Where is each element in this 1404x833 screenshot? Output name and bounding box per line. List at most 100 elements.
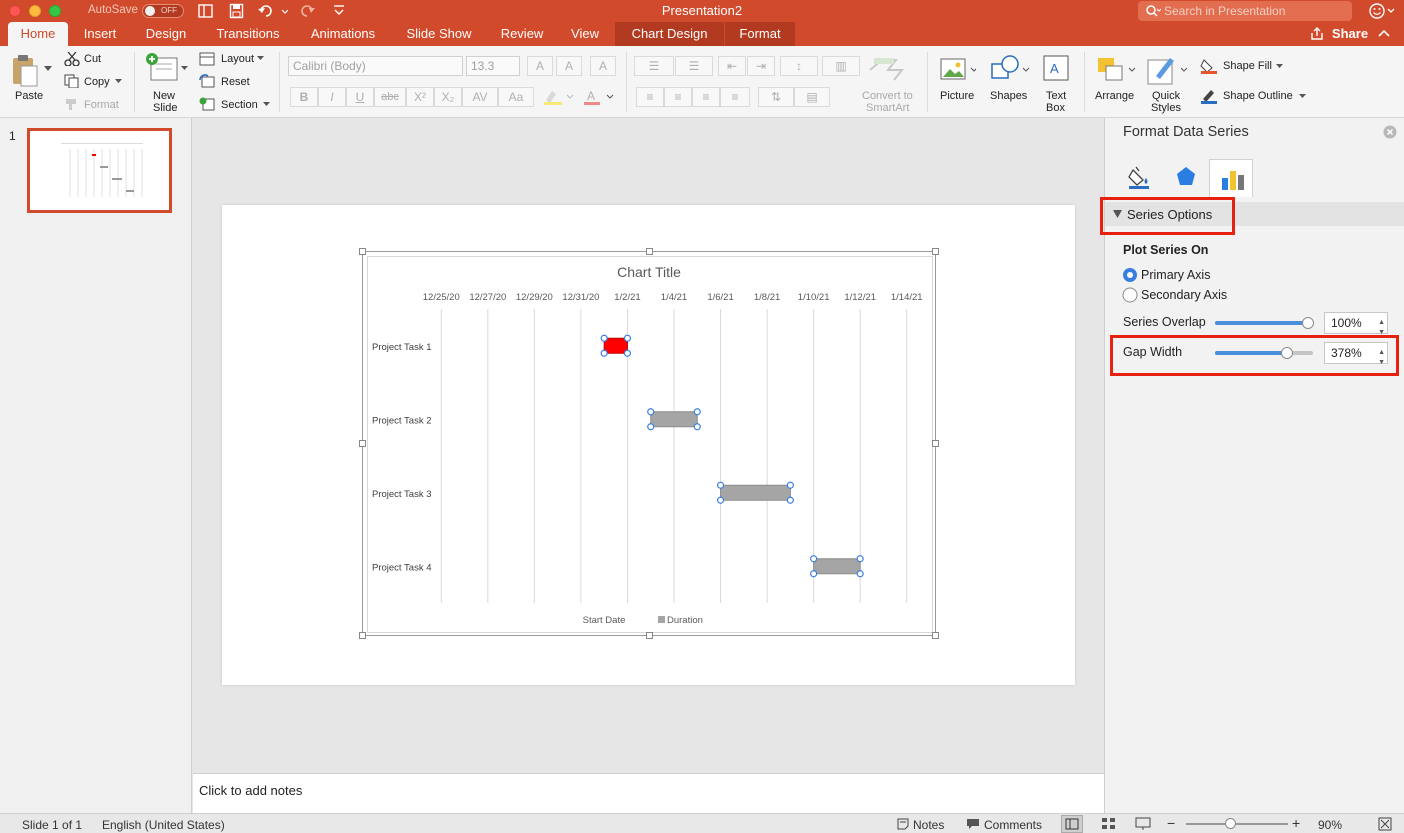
change-case-button[interactable]: Aa: [498, 87, 534, 107]
slide-thumbnail-1[interactable]: [27, 128, 172, 213]
tab-format[interactable]: Format: [725, 22, 795, 46]
resize-handle-right[interactable]: [932, 440, 939, 447]
strikethrough-button[interactable]: abc: [374, 87, 406, 107]
bar-selection-handle[interactable]: [716, 481, 725, 489]
format-painter-button[interactable]: Format: [84, 99, 119, 111]
secondary-axis-radio[interactable]: [1122, 287, 1138, 303]
resize-handle-top[interactable]: [646, 248, 653, 255]
format-painter-icon[interactable]: [64, 97, 80, 111]
bar-selection-handle[interactable]: [786, 496, 794, 504]
tab-review[interactable]: Review: [492, 22, 552, 46]
font-color-icon[interactable]: A: [580, 87, 616, 107]
line-spacing-button[interactable]: ↕: [780, 56, 818, 76]
tab-insert[interactable]: Insert: [72, 22, 128, 46]
section-icon[interactable]: [199, 97, 215, 111]
clear-formatting-icon[interactable]: A: [590, 56, 616, 76]
bar-selection-handle[interactable]: [716, 496, 725, 504]
chart-title[interactable]: Chart Title: [617, 264, 681, 280]
paste-dropdown-icon[interactable]: [44, 66, 52, 72]
picture-button[interactable]: Picture: [940, 90, 974, 102]
tab-slide-show[interactable]: Slide Show: [396, 22, 482, 46]
grow-font-button[interactable]: A: [527, 56, 553, 76]
close-pane-icon[interactable]: [1383, 125, 1397, 139]
bar-selection-handle[interactable]: [623, 334, 632, 342]
picture-icon[interactable]: [940, 56, 976, 86]
align-left-button[interactable]: ≡: [636, 87, 664, 107]
columns-button[interactable]: ▥: [822, 56, 860, 76]
cut-button[interactable]: Cut: [84, 53, 101, 65]
tab-chart-design[interactable]: Chart Design: [615, 22, 724, 46]
share-button[interactable]: Share: [1330, 22, 1370, 46]
arrange-button[interactable]: Arrange: [1095, 90, 1134, 102]
reading-view-icon[interactable]: [1135, 817, 1151, 831]
series-options-tab[interactable]: [1209, 159, 1253, 197]
reset-button[interactable]: Reset: [221, 76, 250, 88]
shrink-font-button[interactable]: A: [556, 56, 582, 76]
duration-bar[interactable]: [650, 411, 698, 428]
shapes-button[interactable]: Shapes: [990, 90, 1027, 102]
chart-object[interactable]: Chart Title 12/25/20 12/27/20 12/29/20 12/3…: [362, 251, 936, 636]
fit-to-window-icon[interactable]: [1378, 817, 1392, 831]
language-indicator[interactable]: English (United States): [102, 818, 225, 832]
search-input[interactable]: Search in Presentation: [1138, 1, 1352, 21]
notes-pane[interactable]: Click to add notes: [193, 773, 1104, 813]
bar-selection-handle[interactable]: [600, 349, 608, 357]
smartart-icon[interactable]: [868, 56, 912, 82]
bar-selection-handle[interactable]: [600, 334, 608, 342]
zoom-slider-thumb[interactable]: [1225, 818, 1236, 829]
section-dropdown-icon[interactable]: [263, 102, 270, 107]
zoom-in-button[interactable]: +: [1292, 815, 1300, 831]
increase-indent-button[interactable]: ⇥: [747, 56, 775, 76]
fill-line-tab-icon[interactable]: [1127, 164, 1153, 190]
notes-placeholder[interactable]: Click to add notes: [199, 783, 302, 798]
comments-icon[interactable]: [966, 818, 980, 830]
arrange-icon[interactable]: [1096, 54, 1140, 86]
chart-legend[interactable]: Start Date Duration: [583, 615, 703, 626]
tab-transitions[interactable]: Transitions: [204, 22, 292, 46]
layout-icon[interactable]: [199, 52, 215, 66]
reset-icon[interactable]: [199, 74, 215, 88]
bold-button[interactable]: B: [290, 87, 318, 107]
primary-axis-radio[interactable]: [1122, 267, 1138, 283]
align-text-button[interactable]: ▤: [794, 87, 830, 107]
category-axis[interactable]: Project Task 1 Project Task 2 Project Task…: [372, 342, 432, 574]
bar-selection-handle[interactable]: [856, 555, 864, 563]
copy-button[interactable]: Copy: [84, 76, 110, 88]
character-spacing-button[interactable]: AV: [462, 87, 498, 107]
secondary-axis-label[interactable]: Secondary Axis: [1141, 288, 1227, 302]
effects-tab-icon[interactable]: [1173, 164, 1199, 190]
underline-button[interactable]: U: [346, 87, 374, 107]
bar-selection-handle[interactable]: [623, 349, 632, 357]
align-right-button[interactable]: ≡: [692, 87, 720, 107]
resize-handle-bottom-right[interactable]: [932, 632, 939, 639]
text-box-icon[interactable]: A: [1042, 54, 1072, 84]
decrease-indent-button[interactable]: ⇤: [718, 56, 746, 76]
font-size-select[interactable]: 13.3: [466, 56, 520, 76]
notes-icon[interactable]: [897, 818, 909, 830]
legend-duration[interactable]: Duration: [667, 615, 703, 626]
shape-fill-icon[interactable]: [1200, 58, 1218, 74]
quick-styles-icon[interactable]: [1146, 54, 1190, 88]
text-box-label-2[interactable]: Box: [1046, 102, 1065, 114]
convert-smartart-label-1[interactable]: Convert to: [862, 90, 913, 102]
zoom-slider[interactable]: [1186, 823, 1288, 825]
section-button[interactable]: Section: [221, 99, 258, 111]
new-slide-label-2[interactable]: Slide: [153, 102, 177, 114]
shape-outline-icon[interactable]: [1200, 88, 1218, 104]
bar-selection-handle[interactable]: [647, 423, 655, 431]
resize-handle-left[interactable]: [359, 440, 366, 447]
shape-outline-dropdown-icon[interactable]: [1299, 94, 1306, 99]
comments-button[interactable]: Comments: [984, 818, 1042, 832]
series-overlap-value[interactable]: 100%: [1331, 316, 1362, 330]
layout-button[interactable]: Layout: [221, 53, 254, 65]
resize-handle-bottom[interactable]: [646, 632, 653, 639]
tab-home[interactable]: Home: [8, 22, 68, 46]
copy-dropdown-icon[interactable]: [115, 79, 122, 84]
duration-bar[interactable]: [813, 558, 861, 575]
shape-fill-button[interactable]: Shape Fill: [1223, 60, 1272, 72]
text-direction-button[interactable]: ⇅: [758, 87, 794, 107]
align-center-button[interactable]: ≡: [664, 87, 692, 107]
bar-selection-handle[interactable]: [647, 408, 655, 416]
superscript-button[interactable]: X²: [406, 87, 434, 107]
duration-bar[interactable]: [720, 484, 791, 501]
